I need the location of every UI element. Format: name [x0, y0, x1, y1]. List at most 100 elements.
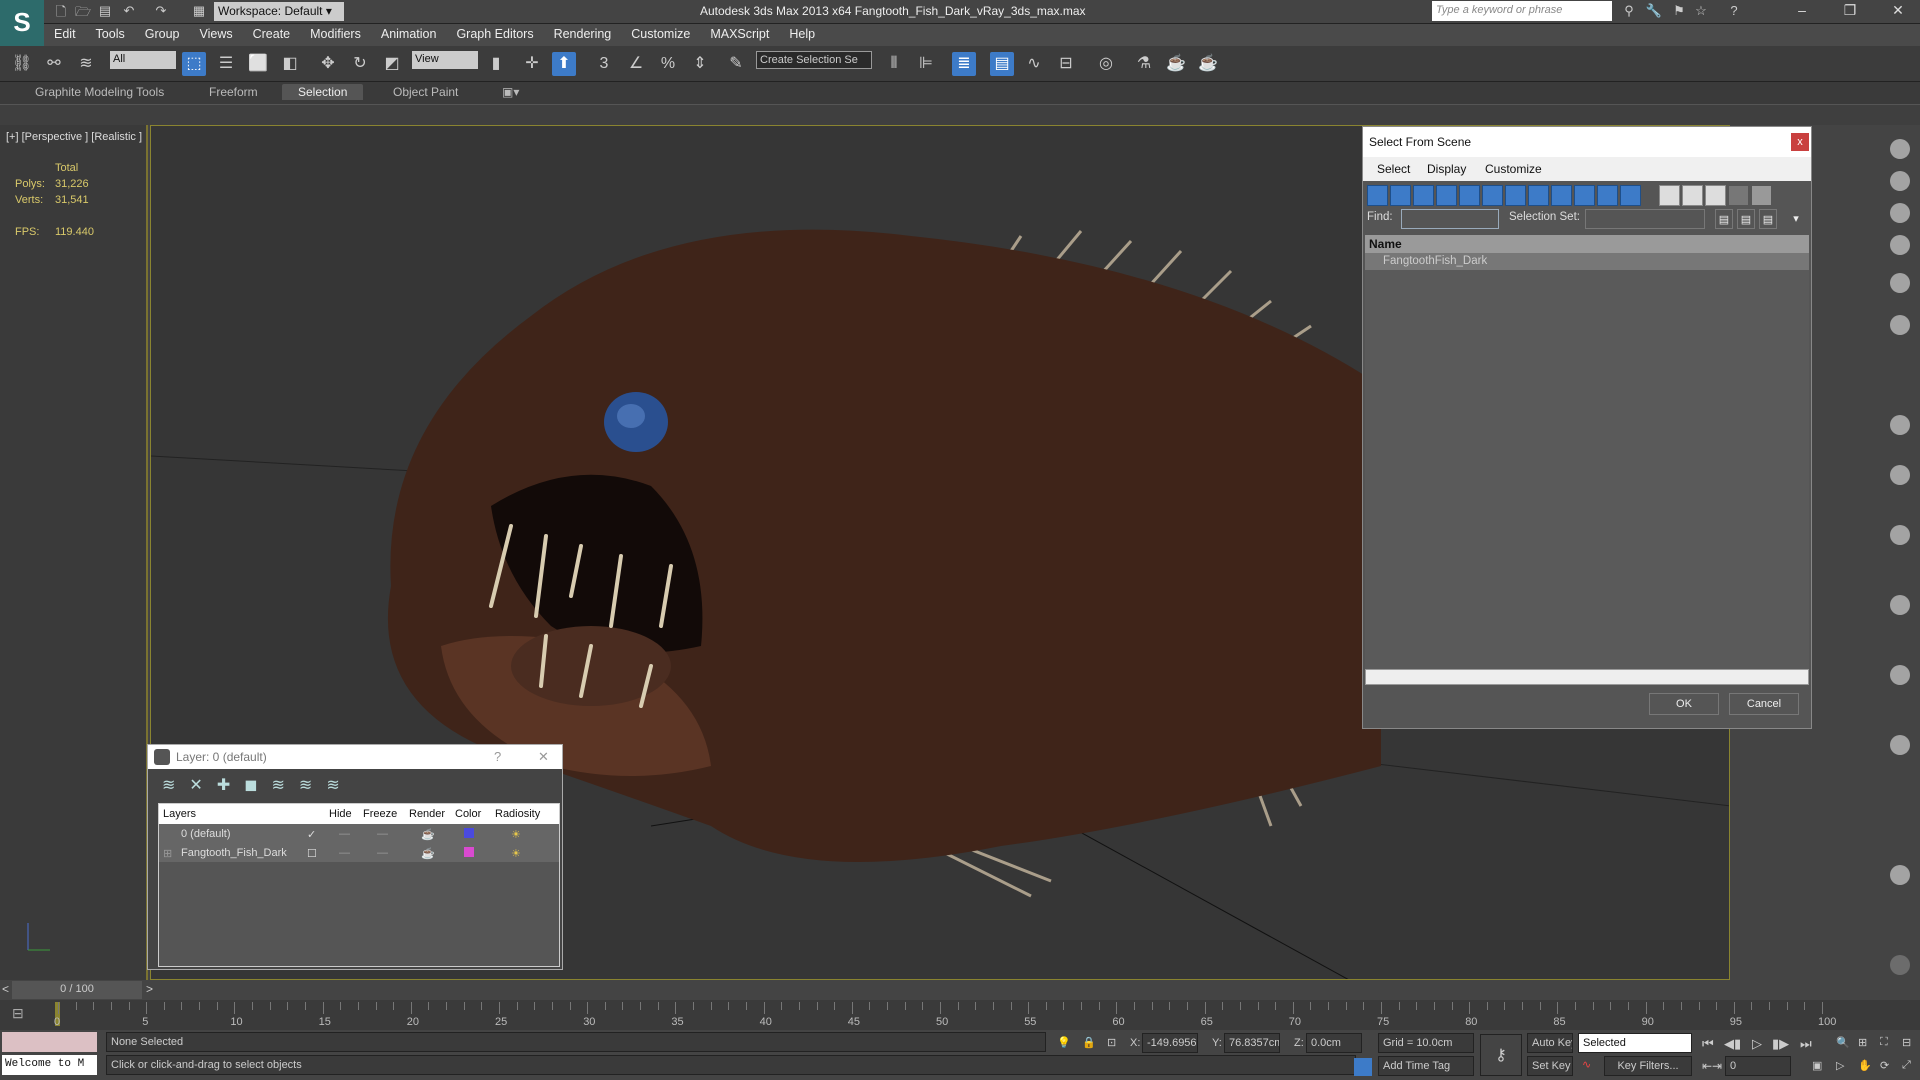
spinner-snap-icon[interactable]: ⇕	[688, 52, 712, 76]
menu-display[interactable]: Display	[1427, 162, 1466, 176]
app-logo-button[interactable]: S	[0, 0, 44, 46]
layer-name[interactable]: 0 (default)	[181, 828, 231, 840]
list-item[interactable]: FangtoothFish_Dark	[1365, 253, 1809, 270]
containers-filter-icon[interactable]	[1574, 185, 1595, 206]
edit-named-selection-icon[interactable]: ✎	[724, 52, 748, 76]
display-panel-icon[interactable]	[1890, 273, 1910, 293]
freeze-toggle[interactable]: —	[377, 828, 388, 840]
pan-view-icon[interactable]: ✋	[1858, 1059, 1872, 1072]
freeze-all-icon[interactable]: ≋	[326, 775, 339, 795]
select-by-name-icon[interactable]: ☰	[214, 52, 238, 76]
zoom-all-icon[interactable]: ⊞	[1858, 1036, 1867, 1049]
menu-select[interactable]: Select	[1377, 162, 1410, 176]
angle-snap-icon[interactable]: ∠	[624, 52, 648, 76]
undo-icon[interactable]: ↶	[120, 3, 138, 21]
layer-color-swatch[interactable]	[464, 828, 474, 838]
reference-coordinate-dropdown[interactable]: View	[412, 51, 478, 69]
create-panel-icon[interactable]	[1890, 139, 1910, 159]
select-object-icon[interactable]: ⬚	[182, 52, 206, 76]
menu-customize[interactable]: Customize	[1485, 162, 1542, 176]
scale-icon[interactable]: ◩	[380, 52, 404, 76]
field-of-view-icon[interactable]: ▷	[1836, 1059, 1844, 1072]
open-file-icon[interactable]: 🗁	[74, 3, 92, 21]
select-none-icon[interactable]	[1682, 185, 1703, 206]
systems-icon[interactable]	[1890, 865, 1910, 885]
highlight-layer-icon[interactable]: ≋	[272, 775, 285, 795]
menu-create[interactable]: Create	[243, 24, 301, 46]
timeline-ruler[interactable]: ⊟ 0 5 10 15 20 25 30 35 40 45 50 55 60 65 70 75 80 85 90 95…	[0, 1000, 1920, 1030]
named-selection-set-dropdown[interactable]: Create Selection Se	[756, 51, 872, 69]
add-selection-set-icon[interactable]: ▤	[1715, 209, 1733, 229]
layer-color-swatch[interactable]	[464, 847, 474, 857]
set-key-button[interactable]: Set Key	[1527, 1056, 1573, 1076]
lights-icon[interactable]	[1890, 525, 1910, 545]
restore-button[interactable]: ❐	[1830, 2, 1870, 22]
favorites-icon[interactable]: ☆	[1692, 3, 1710, 21]
menu-edit[interactable]: Edit	[44, 24, 86, 46]
curve-editor-toggle-icon[interactable]: ⊟	[12, 1005, 24, 1022]
layer-manager-icon[interactable]: ≣	[952, 52, 976, 76]
hidden-filter-icon[interactable]	[1620, 185, 1641, 206]
unlink-icon[interactable]: ⚯	[42, 52, 66, 76]
key-icon[interactable]: 🔧	[1645, 3, 1663, 21]
rotate-icon[interactable]: ↻	[348, 52, 372, 76]
radiosity-icon[interactable]: ☀	[511, 847, 521, 860]
menu-views[interactable]: Views	[189, 24, 242, 46]
x-coordinate-input[interactable]: -149.6956	[1142, 1033, 1198, 1053]
time-slider[interactable]: 0 / 100	[12, 981, 142, 999]
groups-filter-icon[interactable]	[1505, 185, 1526, 206]
render-production-icon[interactable]: ☕	[1196, 52, 1220, 76]
render-setup-icon[interactable]: ⚗	[1132, 52, 1156, 76]
absolute-mode-icon[interactable]: ⊡	[1107, 1036, 1116, 1049]
help-button[interactable]: ?	[494, 749, 501, 764]
search-input[interactable]: Type a keyword or phrase	[1432, 1, 1612, 21]
hierarchy-panel-icon[interactable]	[1890, 203, 1910, 223]
geometry-filter-icon[interactable]	[1367, 185, 1388, 206]
menu-modifiers[interactable]: Modifiers	[300, 24, 371, 46]
hide-toggle[interactable]: —	[339, 847, 350, 859]
cameras-icon[interactable]	[1890, 595, 1910, 615]
schematic-view-icon[interactable]: ⊟	[1054, 52, 1078, 76]
space-warps-filter-icon[interactable]	[1482, 185, 1503, 206]
close-button[interactable]: x	[1791, 133, 1809, 151]
frozen-filter-icon[interactable]	[1597, 185, 1618, 206]
time-slider-next[interactable]: >	[146, 982, 153, 996]
filter-icon[interactable]	[1728, 185, 1749, 206]
hide-all-icon[interactable]: ≋	[299, 775, 312, 795]
next-frame-icon[interactable]: ▮▶	[1772, 1036, 1789, 1052]
column-render[interactable]: Render	[409, 808, 445, 820]
communication-center-icon[interactable]: ⚑	[1670, 3, 1688, 21]
selection-lock-icon[interactable]: 🔒	[1082, 1036, 1096, 1049]
more-options-icon[interactable]: ▾	[1787, 209, 1805, 229]
menu-tools[interactable]: Tools	[86, 24, 135, 46]
selection-set-dropdown[interactable]	[1585, 209, 1705, 229]
column-hide[interactable]: Hide	[329, 808, 352, 820]
window-crossing-icon[interactable]: ◧	[278, 52, 302, 76]
delete-layer-icon[interactable]: ✕	[189, 775, 202, 795]
maxscript-listener-input[interactable]: Welcome to M	[2, 1055, 97, 1075]
new-file-icon[interactable]: 🗋	[52, 3, 70, 21]
curve-editor-icon[interactable]: ∿	[1022, 52, 1046, 76]
redo-icon[interactable]: ↷	[152, 3, 170, 21]
freeze-toggle[interactable]: —	[377, 847, 388, 859]
rectangular-selection-icon[interactable]: ⬜	[246, 52, 270, 76]
time-slider-prev[interactable]: <	[2, 982, 9, 996]
save-icon[interactable]: ▤	[96, 3, 114, 21]
table-row[interactable]: ⊞ Fangtooth_Fish_Dark ☐ — — ☕ ☀	[159, 843, 559, 862]
zoom-icon[interactable]: 🔍	[1836, 1036, 1850, 1049]
filter-options-icon[interactable]	[1751, 185, 1772, 206]
z-coordinate-input[interactable]: 0.0cm	[1306, 1033, 1362, 1053]
add-to-layer-icon[interactable]: ✚	[217, 775, 230, 795]
keyboard-shortcut-override-icon[interactable]: ⬆	[552, 52, 576, 76]
column-radiosity[interactable]: Radiosity	[495, 808, 540, 820]
shapes-filter-icon[interactable]	[1390, 185, 1411, 206]
render-teapot-icon[interactable]: ☕	[421, 847, 435, 860]
horizontal-scrollbar[interactable]	[1365, 669, 1809, 685]
help-icon[interactable]	[1890, 955, 1910, 975]
scene-explorer-icon[interactable]: ▤	[990, 52, 1014, 76]
new-layer-icon[interactable]: ≋	[162, 775, 175, 795]
pivot-center-icon[interactable]: ▮	[484, 52, 508, 76]
bind-space-warp-icon[interactable]: ≋	[74, 52, 98, 76]
go-to-start-icon[interactable]: ⏮	[1702, 1036, 1714, 1052]
menu-graph-editors[interactable]: Graph Editors	[446, 24, 543, 46]
